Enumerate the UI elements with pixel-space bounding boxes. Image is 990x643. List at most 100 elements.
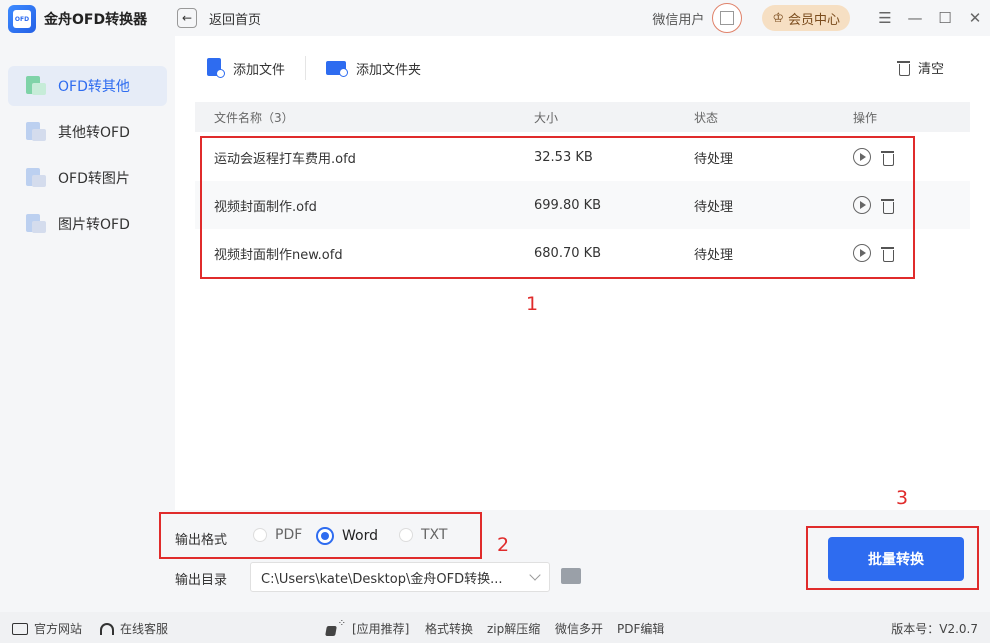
headset-icon	[100, 622, 114, 635]
add-folder-button[interactable]: 添加文件夹	[326, 59, 421, 78]
file-name: 运动会返程打车费用.ofd	[214, 151, 356, 167]
vip-label: 会员中心	[787, 12, 840, 28]
sidebar-item-label: 图片转OFD	[58, 217, 130, 233]
batch-convert-button[interactable]: 批量转换	[828, 537, 964, 581]
format-option-word[interactable]: Word	[316, 527, 378, 545]
status-bar: 官方网站 在线客服 [应用推荐] 格式转换 zip解压缩 微信多开 PDF编辑 …	[0, 612, 990, 643]
annotation-number-2: 2	[497, 534, 510, 556]
radio-checked-icon	[316, 527, 334, 545]
output-format-label: 输出格式	[175, 533, 228, 548]
back-home-link[interactable]: 返回首页	[209, 9, 261, 28]
app-title: OFD 金舟OFD转换器	[8, 5, 148, 33]
output-dir-select[interactable]: C:\Users\kate\Desktop\金舟OFD转换...	[250, 562, 550, 592]
format-label: PDF	[275, 527, 303, 543]
trash-icon	[896, 60, 910, 76]
app-logo-icon: OFD	[8, 5, 36, 33]
online-support-link[interactable]: 在线客服	[100, 620, 168, 637]
menu-icon[interactable]: ☰	[870, 3, 900, 33]
recommend-link[interactable]: [应用推荐]	[324, 618, 410, 637]
table-row: 视频封面制作new.ofd 680.70 KB 待处理	[195, 229, 970, 277]
column-header-status: 状态	[694, 110, 719, 125]
radio-icon	[253, 528, 267, 542]
version-label: 版本号：V2.0.7	[891, 622, 978, 636]
ofd-import-icon	[24, 121, 46, 143]
sidebar-item-label: OFD转其他	[58, 79, 130, 95]
sidebar-item-ofd-to-image[interactable]: OFD转图片	[8, 158, 167, 198]
footer-link-pdf-edit[interactable]: PDF编辑	[617, 620, 664, 637]
back-arrow-icon[interactable]: ←	[177, 8, 197, 28]
play-icon[interactable]	[853, 244, 871, 262]
monitor-icon	[12, 622, 28, 635]
footer-link-format-convert[interactable]: 格式转换	[425, 620, 473, 637]
radio-icon	[399, 528, 413, 542]
sidebar-nav: OFD转其他 其他转OFD OFD转图片 图片转OFD	[8, 66, 167, 250]
table-row: 视频封面制作.ofd 699.80 KB 待处理	[195, 181, 970, 229]
row-actions	[853, 148, 894, 166]
logo-text: OFD	[13, 10, 31, 28]
vip-center-button[interactable]: ♔ 会员中心	[762, 5, 850, 31]
topbar-right: 微信用户 ♔ 会员中心 ☰ — ☐ ✕	[652, 0, 990, 36]
file-status: 待处理	[694, 247, 734, 263]
table-row: 运动会返程打车费用.ofd 32.53 KB 待处理	[195, 133, 970, 181]
image-ofd-icon	[24, 213, 46, 235]
ofd-export-icon	[24, 75, 46, 97]
footer-link-wechat-multi[interactable]: 微信多开	[555, 620, 603, 637]
file-size: 699.80 KB	[534, 197, 602, 213]
output-dir-value: C:\Users\kate\Desktop\金舟OFD转换...	[261, 571, 503, 587]
minimize-icon[interactable]: —	[900, 3, 930, 33]
column-header-size: 大小	[534, 110, 559, 125]
divider	[305, 56, 307, 80]
delete-icon[interactable]	[881, 198, 894, 214]
delete-icon[interactable]	[881, 150, 894, 166]
play-icon[interactable]	[853, 196, 871, 214]
format-label: TXT	[421, 527, 448, 543]
maximize-icon[interactable]: ☐	[930, 3, 960, 33]
toolbar: 添加文件 添加文件夹	[175, 36, 990, 100]
file-size: 32.53 KB	[534, 149, 593, 165]
megaphone-icon	[324, 618, 346, 636]
clear-label: 清空	[917, 62, 944, 77]
browse-folder-icon[interactable]	[561, 568, 581, 584]
sidebar-item-ofd-to-other[interactable]: OFD转其他	[8, 66, 167, 106]
footer-link-zip[interactable]: zip解压缩	[487, 620, 540, 637]
table-header: 文件名称（3） 大小 状态 操作	[195, 102, 970, 132]
add-file-button[interactable]: 添加文件	[207, 58, 285, 78]
topbar: ← 返回首页 微信用户 ♔ 会员中心 ☰ — ☐ ✕	[175, 0, 990, 36]
ofd-image-icon	[24, 167, 46, 189]
close-icon[interactable]: ✕	[960, 3, 990, 33]
file-size: 680.70 KB	[534, 245, 602, 261]
file-name: 视频封面制作new.ofd	[214, 247, 343, 263]
column-header-actions: 操作	[853, 110, 878, 125]
format-option-pdf[interactable]: PDF	[253, 527, 302, 543]
add-folder-icon	[326, 59, 349, 77]
file-name: 视频封面制作.ofd	[214, 199, 317, 215]
add-folder-label: 添加文件夹	[356, 62, 422, 78]
sidebar: OFD 金舟OFD转换器 OFD转其他 其他转OFD OFD转图片 图片转OFD	[0, 0, 175, 612]
sidebar-item-label: OFD转图片	[58, 171, 130, 187]
sidebar-item-other-to-ofd[interactable]: 其他转OFD	[8, 112, 167, 152]
delete-icon[interactable]	[881, 246, 894, 262]
user-name[interactable]: 微信用户	[652, 9, 704, 28]
official-site-link[interactable]: 官方网站	[12, 620, 82, 637]
file-panel: 添加文件 添加文件夹 清空 文件名称（3） 大小 状态 操作 运动会返程打车费用…	[175, 36, 990, 510]
sidebar-item-image-to-ofd[interactable]: 图片转OFD	[8, 204, 167, 244]
annotation-number-3: 3	[896, 487, 909, 509]
chevron-down-icon	[529, 569, 541, 581]
broken-image-icon	[720, 11, 735, 25]
output-dir-label: 输出目录	[175, 573, 228, 588]
row-actions	[853, 244, 894, 262]
add-file-icon	[207, 58, 225, 78]
row-actions	[853, 196, 894, 214]
avatar[interactable]	[712, 3, 743, 33]
add-file-label: 添加文件	[233, 62, 286, 78]
recommend-label: [应用推荐]	[352, 622, 410, 636]
clear-button[interactable]: 清空	[896, 58, 944, 77]
sidebar-item-label: 其他转OFD	[58, 125, 130, 141]
format-label: Word	[342, 528, 378, 544]
file-list: 运动会返程打车费用.ofd 32.53 KB 待处理 视频封面制作.ofd 69…	[195, 133, 970, 277]
annotation-number-1: 1	[526, 293, 539, 315]
play-icon[interactable]	[853, 148, 871, 166]
app-name: 金舟OFD转换器	[44, 12, 148, 28]
format-option-txt[interactable]: TXT	[399, 527, 447, 543]
column-header-name: 文件名称（3）	[214, 110, 294, 125]
